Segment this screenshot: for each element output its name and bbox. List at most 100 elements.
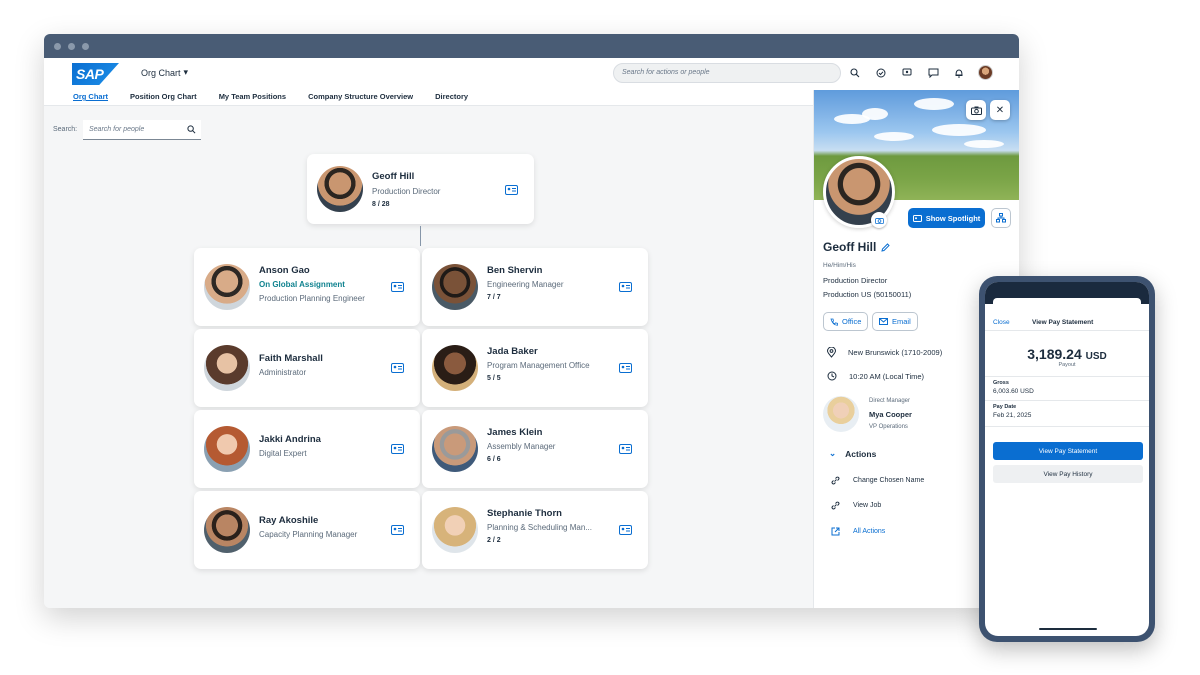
manager-name[interactable]: Mya Cooper bbox=[869, 410, 912, 419]
org-card-ben-shervin[interactable]: Ben Shervin Engineering Manager 7 / 7 bbox=[422, 248, 648, 326]
pay-date-value: Feb 21, 2025 bbox=[993, 412, 1032, 419]
person-title: Production Director bbox=[372, 187, 441, 196]
people-chat-icon[interactable] bbox=[900, 66, 914, 80]
profile-name-row: Geoff Hill bbox=[823, 240, 891, 254]
person-name: Stephanie Thorn bbox=[487, 508, 562, 519]
action-label: All Actions bbox=[853, 528, 886, 535]
payout-amount: 3,189.24 USD bbox=[985, 346, 1149, 362]
shell-search-input[interactable]: Search for actions or people bbox=[613, 63, 841, 83]
chevron-down-icon: ▾ bbox=[183, 67, 189, 77]
edit-pencil-icon[interactable] bbox=[881, 242, 891, 252]
actions-section-toggle[interactable]: ⌄ Actions bbox=[829, 448, 876, 459]
org-card-anson-gao[interactable]: Anson Gao On Global Assignment Production … bbox=[194, 248, 420, 326]
change-cover-button[interactable] bbox=[966, 100, 986, 120]
office-label: Office bbox=[842, 317, 862, 326]
tab-my-team-positions[interactable]: My Team Positions bbox=[219, 92, 286, 101]
cloud-shape bbox=[964, 140, 1004, 148]
app-title-menu[interactable]: Org Chart ▾ bbox=[141, 67, 188, 78]
payout-label: Payout bbox=[1058, 362, 1076, 368]
mobile-screen: Close View Pay Statement 3,189.24 USD Pa… bbox=[985, 282, 1149, 636]
org-connector-line bbox=[420, 226, 421, 246]
view-pay-statement-button[interactable]: View Pay Statement bbox=[993, 442, 1143, 460]
org-card-root[interactable]: Geoff Hill Production Director 8 / 28 bbox=[307, 154, 534, 224]
action-change-chosen-name[interactable]: Change Chosen Name bbox=[831, 476, 924, 485]
gross-value: 6,003.60 USD bbox=[993, 388, 1034, 395]
contact-card-icon[interactable] bbox=[391, 444, 404, 454]
link-icon bbox=[831, 501, 840, 510]
action-all-actions[interactable]: All Actions bbox=[831, 527, 885, 536]
clock-icon bbox=[827, 371, 837, 381]
assignment-status: On Global Assignment bbox=[259, 280, 345, 289]
org-chart-canvas: Search: Search for people Geoff Hill Pro… bbox=[44, 106, 813, 608]
window-titlebar bbox=[44, 34, 1019, 58]
divider bbox=[985, 400, 1149, 401]
manager-avatar[interactable] bbox=[823, 396, 859, 432]
person-title: Digital Expert bbox=[259, 449, 307, 458]
sap-logo[interactable]: SAP bbox=[72, 63, 119, 85]
camera-icon bbox=[970, 106, 982, 115]
org-view-button[interactable] bbox=[991, 208, 1011, 228]
divider bbox=[985, 330, 1149, 331]
check-circle-icon[interactable] bbox=[874, 66, 888, 80]
avatar bbox=[432, 345, 478, 391]
person-name: Ray Akoshile bbox=[259, 515, 319, 526]
avatar bbox=[204, 507, 250, 553]
action-view-job[interactable]: View Job bbox=[831, 501, 881, 510]
cloud-shape bbox=[914, 98, 954, 110]
close-panel-button[interactable]: ✕ bbox=[990, 100, 1010, 120]
tab-org-chart[interactable]: Org Chart bbox=[73, 92, 108, 101]
location-pin-icon bbox=[827, 347, 836, 358]
person-title: Assembly Manager bbox=[487, 442, 556, 451]
contact-card-icon[interactable] bbox=[391, 525, 404, 535]
avatar bbox=[432, 264, 478, 310]
contact-card-icon[interactable] bbox=[505, 185, 518, 195]
window-dot[interactable] bbox=[82, 42, 89, 50]
person-name: Jada Baker bbox=[487, 346, 538, 357]
show-spotlight-button[interactable]: Show Spotlight bbox=[908, 208, 985, 228]
window-dot[interactable] bbox=[68, 42, 75, 50]
org-card-jada-baker[interactable]: Jada Baker Program Management Office 5 / 5 bbox=[422, 329, 648, 407]
org-card-faith-marshall[interactable]: Faith Marshall Administrator bbox=[194, 329, 420, 407]
show-spotlight-label: Show Spotlight bbox=[925, 213, 981, 223]
change-photo-button[interactable] bbox=[871, 212, 887, 228]
contact-card-icon[interactable] bbox=[391, 282, 404, 292]
user-avatar[interactable] bbox=[978, 65, 993, 80]
person-title: Planning & Scheduling Man... bbox=[487, 523, 592, 532]
tab-position-org-chart[interactable]: Position Org Chart bbox=[130, 92, 197, 101]
manager-title: VP Operations bbox=[869, 424, 908, 430]
amount-value: 3,189.24 bbox=[1027, 346, 1082, 362]
bell-icon[interactable] bbox=[952, 66, 966, 80]
close-button[interactable]: Close bbox=[993, 319, 1010, 326]
search-icon[interactable] bbox=[848, 66, 862, 80]
person-title: Engineering Manager bbox=[487, 280, 564, 289]
office-button[interactable]: Office bbox=[823, 312, 869, 331]
tab-company-structure[interactable]: Company Structure Overview bbox=[308, 92, 413, 101]
action-label: Change Chosen Name bbox=[853, 477, 925, 484]
person-title: Production Planning Engineer bbox=[259, 294, 365, 303]
person-name: Anson Gao bbox=[259, 265, 310, 276]
contact-card-icon[interactable] bbox=[391, 363, 404, 373]
phone-icon bbox=[830, 318, 838, 326]
search-icon[interactable] bbox=[187, 125, 196, 134]
people-search-input[interactable]: Search for people bbox=[83, 120, 201, 140]
report-count: 7 / 7 bbox=[487, 294, 501, 301]
contact-card-icon[interactable] bbox=[619, 444, 632, 454]
org-card-james-klein[interactable]: James Klein Assembly Manager 6 / 6 bbox=[422, 410, 648, 488]
cloud-shape bbox=[874, 132, 914, 141]
camera-icon bbox=[874, 217, 884, 224]
mobile-sheet-top bbox=[993, 298, 1141, 306]
tab-directory[interactable]: Directory bbox=[435, 92, 468, 101]
org-card-ray-akoshile[interactable]: Ray Akoshile Capacity Planning Manager bbox=[194, 491, 420, 569]
profile-department: Production US (50150011) bbox=[823, 290, 912, 299]
email-button[interactable]: Email bbox=[872, 312, 918, 331]
chat-icon[interactable] bbox=[926, 66, 940, 80]
window-dot[interactable] bbox=[54, 42, 61, 50]
view-pay-history-button[interactable]: View Pay History bbox=[993, 465, 1143, 483]
org-card-jakki-andrina[interactable]: Jakki Andrina Digital Expert bbox=[194, 410, 420, 488]
pay-date-label: Pay Date bbox=[993, 404, 1017, 410]
contact-card-icon[interactable] bbox=[619, 363, 632, 373]
contact-card-icon[interactable] bbox=[619, 525, 632, 535]
org-card-stephanie-thorn[interactable]: Stephanie Thorn Planning & Scheduling Man… bbox=[422, 491, 648, 569]
location-row: New Brunswick (1710-2009) bbox=[827, 347, 942, 358]
contact-card-icon[interactable] bbox=[619, 282, 632, 292]
